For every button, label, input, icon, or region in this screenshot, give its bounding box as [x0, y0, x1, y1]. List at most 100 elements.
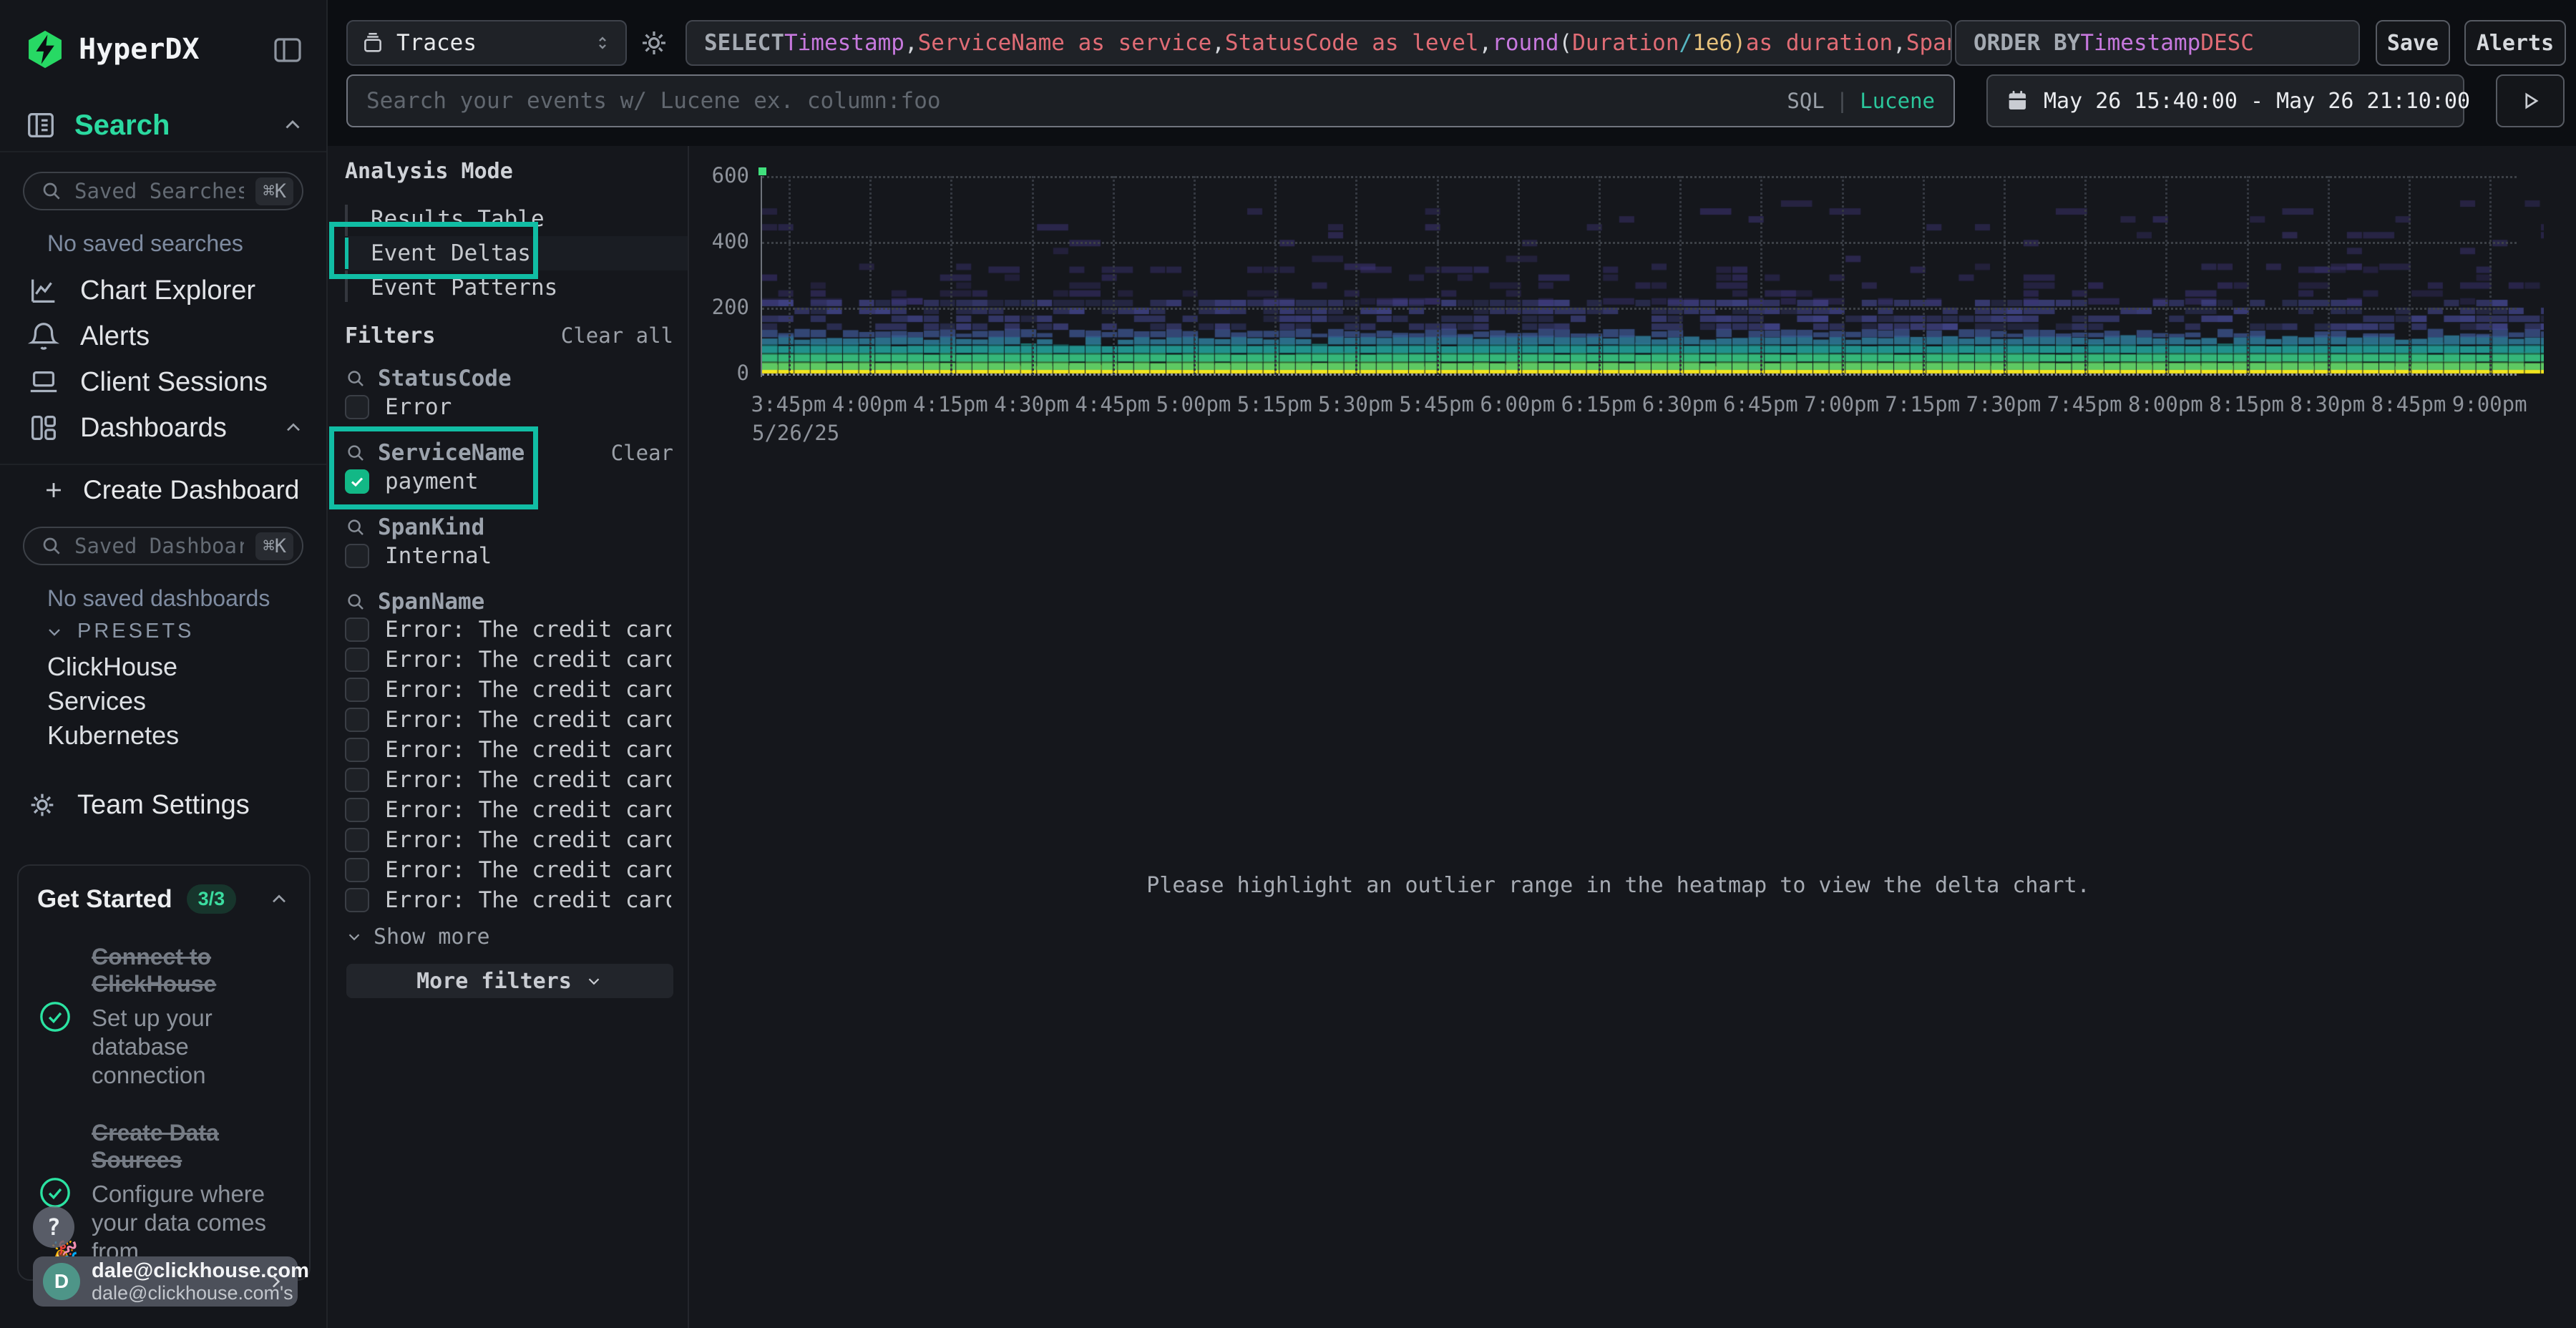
- filter-option[interactable]: Error: The credit card …: [345, 825, 688, 855]
- date-range-picker[interactable]: May 26 15:40:00 - May 26 21:10:00: [1986, 74, 2464, 127]
- filter-group-name: StatusCode: [378, 366, 512, 391]
- more-filters-button[interactable]: More filters: [346, 964, 673, 998]
- language-lucene[interactable]: Lucene: [1860, 89, 1935, 113]
- sidebar-item-alerts[interactable]: Alerts: [0, 313, 326, 359]
- filter-option[interactable]: Error: The credit card …: [345, 795, 688, 825]
- y-axis-tick: 0: [689, 361, 749, 385]
- checkbox-checked[interactable]: [345, 469, 369, 494]
- checkbox[interactable]: [345, 768, 369, 792]
- user-email: dale@clickhouse.com: [92, 1259, 253, 1282]
- saved-searches-placeholder: Saved Searches: [74, 179, 244, 203]
- run-query-button[interactable]: [2496, 74, 2565, 127]
- v-gridline: [2004, 176, 2006, 375]
- saved-searches-input[interactable]: Saved Searches ⌘K: [23, 172, 303, 210]
- filter-group-name: ServiceName: [378, 440, 525, 466]
- v-gridline: [1679, 176, 1682, 375]
- divider: [0, 151, 326, 152]
- source-settings-gear-icon[interactable]: [637, 26, 671, 60]
- language-toggle[interactable]: SQL | Lucene: [1787, 89, 1935, 113]
- search-input[interactable]: Search your events w/ Lucene ex. column:…: [346, 74, 1955, 127]
- sidebar-item-client-sessions[interactable]: Client Sessions: [0, 359, 326, 405]
- mode-item-event-patterns[interactable]: Event Patterns: [345, 270, 688, 305]
- app-logo: HyperDX: [24, 29, 200, 70]
- save-button[interactable]: Save: [2376, 20, 2450, 66]
- v-gridline: [1355, 176, 1357, 375]
- preset-item-clickhouse[interactable]: ClickHouse: [0, 650, 326, 684]
- play-icon: [2517, 88, 2543, 114]
- checkbox[interactable]: [345, 395, 369, 419]
- filter-option[interactable]: Error: The credit card …: [345, 705, 688, 735]
- filter-option[interactable]: Error: [345, 391, 688, 423]
- filter-group-statuscode: StatusCodeError: [328, 366, 688, 423]
- filter-option[interactable]: Error: The credit card …: [345, 615, 688, 645]
- sidebar-collapse-icon[interactable]: [270, 33, 305, 67]
- chevron-up-icon[interactable]: [280, 113, 305, 137]
- delta-chart-empty-message: Please highlight an outlier range in the…: [689, 873, 2547, 898]
- filter-option[interactable]: Error: The credit card …: [345, 765, 688, 795]
- checkbox[interactable]: [345, 738, 369, 762]
- checkbox[interactable]: [345, 544, 369, 568]
- presets-toggle[interactable]: PRESETS: [44, 620, 194, 643]
- chevron-right-icon: [265, 1271, 286, 1292]
- chart-area: 6004002000 3:45pm4:00pm4:15pm4:30pm4:45p…: [689, 146, 2576, 1328]
- filter-option[interactable]: Error: The credit card …: [345, 675, 688, 705]
- y-axis-tick: 600: [689, 163, 749, 187]
- hyperdx-logo-icon: [24, 29, 66, 70]
- mode-item-results-table[interactable]: Results Table: [345, 202, 688, 236]
- shortcut-badge: ⌘K: [255, 532, 293, 560]
- filter-option[interactable]: Internal: [345, 540, 688, 572]
- checkbox[interactable]: [345, 858, 369, 882]
- filter-option[interactable]: Error: The credit card …: [345, 885, 688, 915]
- checkbox[interactable]: [345, 617, 369, 642]
- help-button[interactable]: ?: [33, 1206, 74, 1248]
- language-sql[interactable]: SQL: [1787, 89, 1824, 113]
- alerts-icon: [27, 320, 60, 353]
- sql-select-input[interactable]: SELECT Timestamp, ServiceName as service…: [686, 20, 1952, 66]
- create-dashboard-button[interactable]: Create Dashboard: [42, 474, 299, 507]
- get-started-item[interactable]: Connect to ClickHouseSet up your databas…: [37, 944, 291, 1090]
- filter-option[interactable]: Error: The credit card …: [345, 735, 688, 765]
- sidebar-item-dashboards[interactable]: Dashboards: [0, 405, 326, 451]
- sidebar: HyperDX Search Saved Searches ⌘K No save…: [0, 0, 328, 1328]
- sidebar-item-chart-explorer[interactable]: Chart Explorer: [0, 268, 326, 313]
- alerts-button[interactable]: Alerts: [2464, 20, 2566, 66]
- filter-option[interactable]: Error: The credit card …: [345, 645, 688, 675]
- filter-option[interactable]: Error: The credit card …: [345, 855, 688, 885]
- chevron-up-icon[interactable]: [268, 888, 291, 911]
- user-menu[interactable]: D dale@clickhouse.com dale@clickhouse.co…: [33, 1256, 298, 1307]
- v-gridline: [1599, 176, 1601, 375]
- show-more-link[interactable]: Show more: [345, 922, 688, 951]
- filter-option[interactable]: payment: [345, 466, 688, 497]
- traces-source-icon: [361, 31, 385, 55]
- clear-all-link[interactable]: Clear all: [561, 323, 673, 348]
- v-gridline: [1113, 176, 1115, 375]
- preset-item-kubernetes[interactable]: Kubernetes: [0, 718, 326, 753]
- search-icon: [40, 180, 63, 202]
- select-updown-icon: [592, 33, 613, 53]
- source-select[interactable]: Traces: [346, 20, 627, 66]
- v-gridline: [1923, 176, 1925, 375]
- v-gridline: [1518, 176, 1520, 375]
- chart-explorer-icon: [27, 274, 60, 307]
- checkbox[interactable]: [345, 888, 369, 912]
- heatmap-drag-handle[interactable]: [758, 167, 766, 175]
- v-gridline: [950, 176, 952, 375]
- clear-filter-link[interactable]: Clear: [611, 441, 673, 465]
- order-by-input[interactable]: ORDER BY Timestamp DESC: [1955, 20, 2360, 66]
- y-axis-tick: 400: [689, 229, 749, 253]
- duration-heatmap[interactable]: [762, 170, 2544, 376]
- checkbox[interactable]: [345, 648, 369, 672]
- checkbox[interactable]: [345, 828, 369, 852]
- checkbox[interactable]: [345, 708, 369, 732]
- analysis-mode-label: Analysis Mode: [345, 159, 688, 185]
- sidebar-item-team-settings[interactable]: Team Settings: [26, 788, 250, 821]
- calendar-icon: [2005, 89, 2029, 113]
- checkbox[interactable]: [345, 798, 369, 822]
- preset-item-services[interactable]: Services: [0, 684, 326, 718]
- filters-panel: Analysis Mode Results TableEvent DeltasE…: [328, 146, 689, 1328]
- sidebar-section-search[interactable]: Search: [24, 109, 305, 142]
- saved-dashboards-input[interactable]: Saved Dashboards ⌘K: [23, 527, 303, 565]
- checkbox[interactable]: [345, 678, 369, 702]
- mode-item-event-deltas[interactable]: Event Deltas: [345, 236, 688, 270]
- sidebar-nav: Chart ExplorerAlertsClient SessionsDashb…: [0, 268, 326, 451]
